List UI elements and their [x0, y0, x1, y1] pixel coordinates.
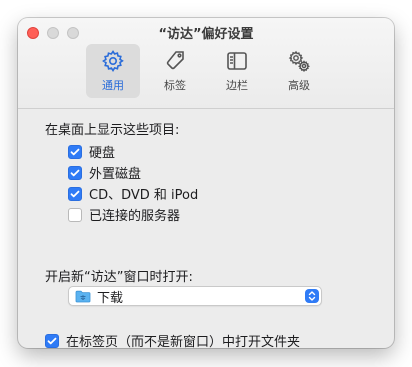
tag-icon: [166, 51, 184, 70]
sidebar-icon: [227, 52, 247, 70]
connected-servers-checkbox-row[interactable]: 已连接的服务器: [68, 205, 180, 224]
desktop-items-heading: 在桌面上显示这些项目:: [45, 123, 180, 138]
checkmark-icon: [47, 337, 57, 344]
preferences-window: “访达”偏好设置 通用 标签 边栏 高级 在桌面上显示这些项目: 硬盘 外置磁盘…: [18, 18, 394, 348]
external-disks-label: 外置磁盘: [89, 167, 142, 182]
tab-advanced[interactable]: 高级: [272, 44, 326, 98]
cd-dvd-ipod-checkbox[interactable]: [68, 186, 82, 201]
open-in-tabs-checkbox-row[interactable]: 在标签页（而不是新窗口）中打开文件夹: [45, 331, 300, 348]
connected-servers-checkbox[interactable]: [68, 207, 82, 222]
new-window-target-select[interactable]: 下载: [68, 286, 322, 306]
preferences-toolbar: 通用 标签 边栏 高级: [18, 44, 394, 102]
tab-sidebar[interactable]: 边栏: [210, 44, 264, 98]
tab-sidebar-label: 边栏: [226, 79, 248, 92]
connected-servers-label: 已连接的服务器: [89, 209, 181, 224]
tab-tags[interactable]: 标签: [148, 44, 202, 98]
window-title: “访达”偏好设置: [158, 27, 254, 42]
tab-tags-label: 标签: [164, 79, 186, 92]
checkmark-icon: [70, 169, 80, 176]
external-disks-checkbox-row[interactable]: 外置磁盘: [68, 163, 141, 182]
titlebar: “访达”偏好设置 通用 标签 边栏 高级: [18, 18, 394, 109]
tab-general[interactable]: 通用: [86, 44, 140, 98]
cd-dvd-ipod-checkbox-row[interactable]: CD、DVD 和 iPod: [68, 184, 198, 203]
popup-arrows-icon: [305, 289, 319, 303]
new-window-heading: 开启新“访达”窗口时打开:: [45, 270, 193, 285]
checkmark-icon: [70, 190, 80, 197]
hard-disks-checkbox[interactable]: [68, 144, 82, 159]
general-pane: 在桌面上显示这些项目: 硬盘 外置磁盘 CD、DVD 和 iPod 已连接的服务…: [18, 109, 394, 348]
hard-disks-label: 硬盘: [89, 146, 116, 161]
gear-icon: [102, 50, 124, 72]
open-in-tabs-label: 在标签页（而不是新窗口）中打开文件夹: [66, 335, 301, 348]
tab-advanced-label: 高级: [288, 79, 310, 92]
checkmark-icon: [70, 148, 80, 155]
folder-icon: [75, 290, 91, 302]
hard-disks-checkbox-row[interactable]: 硬盘: [68, 142, 115, 161]
new-window-target-value: 下载: [97, 290, 124, 306]
gears-icon: [288, 50, 310, 73]
tab-general-label: 通用: [102, 79, 124, 92]
external-disks-checkbox[interactable]: [68, 165, 82, 180]
cd-dvd-ipod-label: CD、DVD 和 iPod: [89, 188, 199, 203]
open-in-tabs-checkbox[interactable]: [45, 333, 59, 348]
